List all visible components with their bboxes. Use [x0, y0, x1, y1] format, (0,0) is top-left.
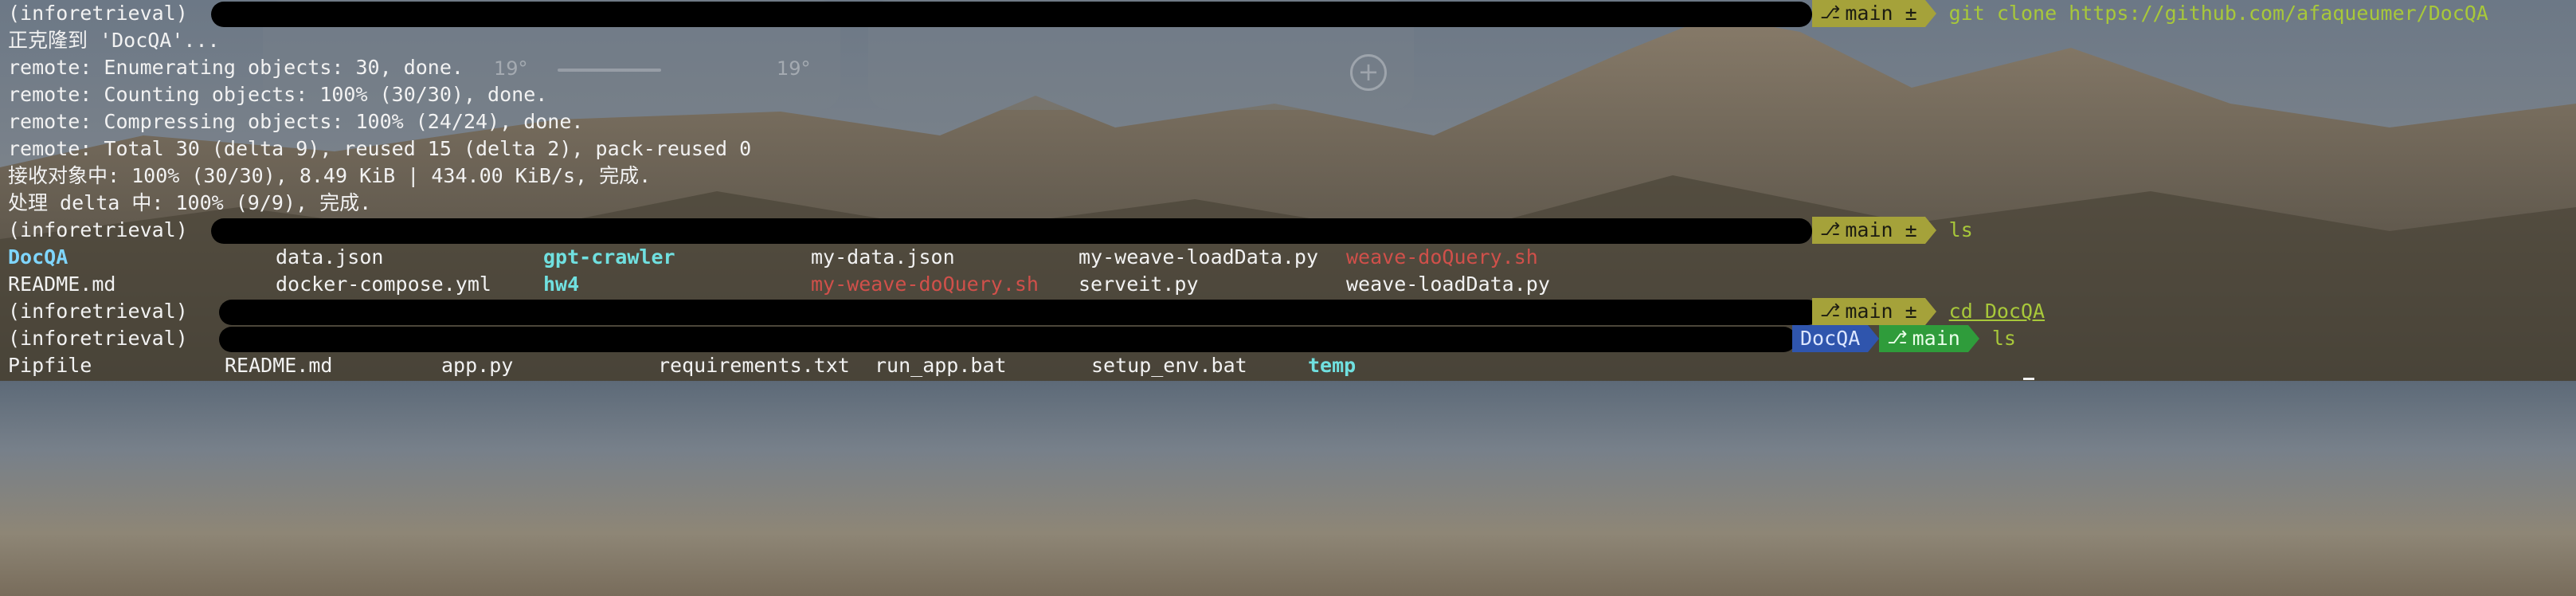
list-item: my-data.json [811, 245, 955, 269]
list-item: data.json [276, 245, 384, 269]
branch-segment: ⎇ main ± [1812, 0, 1925, 27]
command-text: git clone https://github.com/afaqueumer/… [1948, 2, 2488, 25]
branch-label: main ± [1845, 2, 1917, 25]
git-branch-icon: ⎇ [1820, 301, 1841, 321]
output-line: remote: Compressing objects: 100% (24/24… [8, 110, 584, 133]
output-line: 正克隆到 'DocQA'... [8, 29, 220, 52]
list-item: weave-doQuery.sh [1346, 245, 1538, 269]
list-item: Pipfile [8, 354, 92, 377]
output-line: remote: Total 30 (delta 9), reused 15 (d… [8, 137, 752, 160]
terminal-window[interactable]: (inforetrieval) ⎇ main ± git clone https:… [0, 0, 2576, 381]
list-item: my-weave-loadData.py [1079, 245, 1319, 269]
prompt-segments: DocQA ⎇ main ls [1792, 325, 2016, 352]
command-text: ls [1991, 327, 2016, 350]
list-item: app.py [441, 354, 514, 377]
list-item: README.md [8, 273, 116, 296]
branch-label: main [1912, 327, 1960, 350]
prompt-segments: ⎇ main ± cd DocQA [1812, 298, 2045, 325]
segment-arrow [1868, 325, 1880, 352]
segment-arrow [1967, 325, 1979, 352]
command-text: cd DocQA [1948, 300, 2046, 323]
ls-row: DocQA data.json gpt-crawler my-data.json… [8, 244, 2557, 271]
list-item: serveit.py [1079, 273, 1199, 296]
segment-arrow [1924, 0, 1936, 27]
list-item: temp [1308, 354, 1357, 377]
prompt-env: (inforetrieval) [8, 327, 188, 350]
segment-arrow [1924, 298, 1936, 325]
prompt-env: (inforetrieval) [8, 218, 188, 241]
output-line: 接收对象中: 100% (30/30), 8.49 KiB | 434.00 K… [8, 164, 652, 187]
prompt-segments: ⎇ main ± git clone https://github.com/afa… [1812, 0, 2488, 27]
list-item: DocQA [8, 245, 69, 269]
redacted-path [219, 327, 1796, 352]
segment-arrow [1924, 217, 1936, 244]
output-line: remote: Enumerating objects: 30, done. [8, 56, 464, 79]
directory-segment: DocQA [1792, 325, 1869, 352]
prompt-segments: ⎇ main ± ls [1812, 217, 1973, 244]
branch-segment: ⎇ main ± [1812, 217, 1925, 244]
git-branch-icon: ⎇ [1820, 220, 1841, 240]
git-branch-icon: ⎇ [1820, 3, 1841, 23]
prompt-env: (inforetrieval) [8, 300, 188, 323]
command-text: ls [1948, 218, 1973, 241]
ls-row: README.md docker-compose.yml hw4 my-weav… [8, 271, 2557, 298]
branch-label: main ± [1845, 300, 1917, 323]
branch-segment: ⎇ main ± [1812, 298, 1925, 325]
list-item: setup_env.bat [1091, 354, 1247, 377]
output-line: 处理 delta 中: 100% (9/9), 完成. [8, 191, 372, 214]
list-item: weave-loadData.py [1346, 273, 1550, 296]
ls-row: Pipfile README.md app.py requirements.tx… [8, 352, 2557, 379]
list-item: gpt-crawler [543, 245, 675, 269]
list-item: requirements.txt [658, 354, 850, 377]
branch-segment: ⎇ main [1879, 325, 1968, 352]
list-item: my-weave-doQuery.sh [811, 273, 1039, 296]
list-item: hw4 [543, 273, 580, 296]
git-branch-icon: ⎇ [1887, 328, 1908, 348]
redacted-path [219, 300, 1820, 325]
list-item: docker-compose.yml [276, 273, 491, 296]
redacted-path [211, 2, 1812, 27]
list-item: run_app.bat [875, 354, 1007, 377]
redacted-path [211, 218, 1812, 244]
prompt-env: (inforetrieval) [8, 2, 188, 25]
output-line: remote: Counting objects: 100% (30/30), … [8, 83, 548, 106]
branch-label: main ± [1845, 218, 1917, 241]
list-item: README.md [225, 354, 333, 377]
text-cursor [2023, 378, 2034, 380]
